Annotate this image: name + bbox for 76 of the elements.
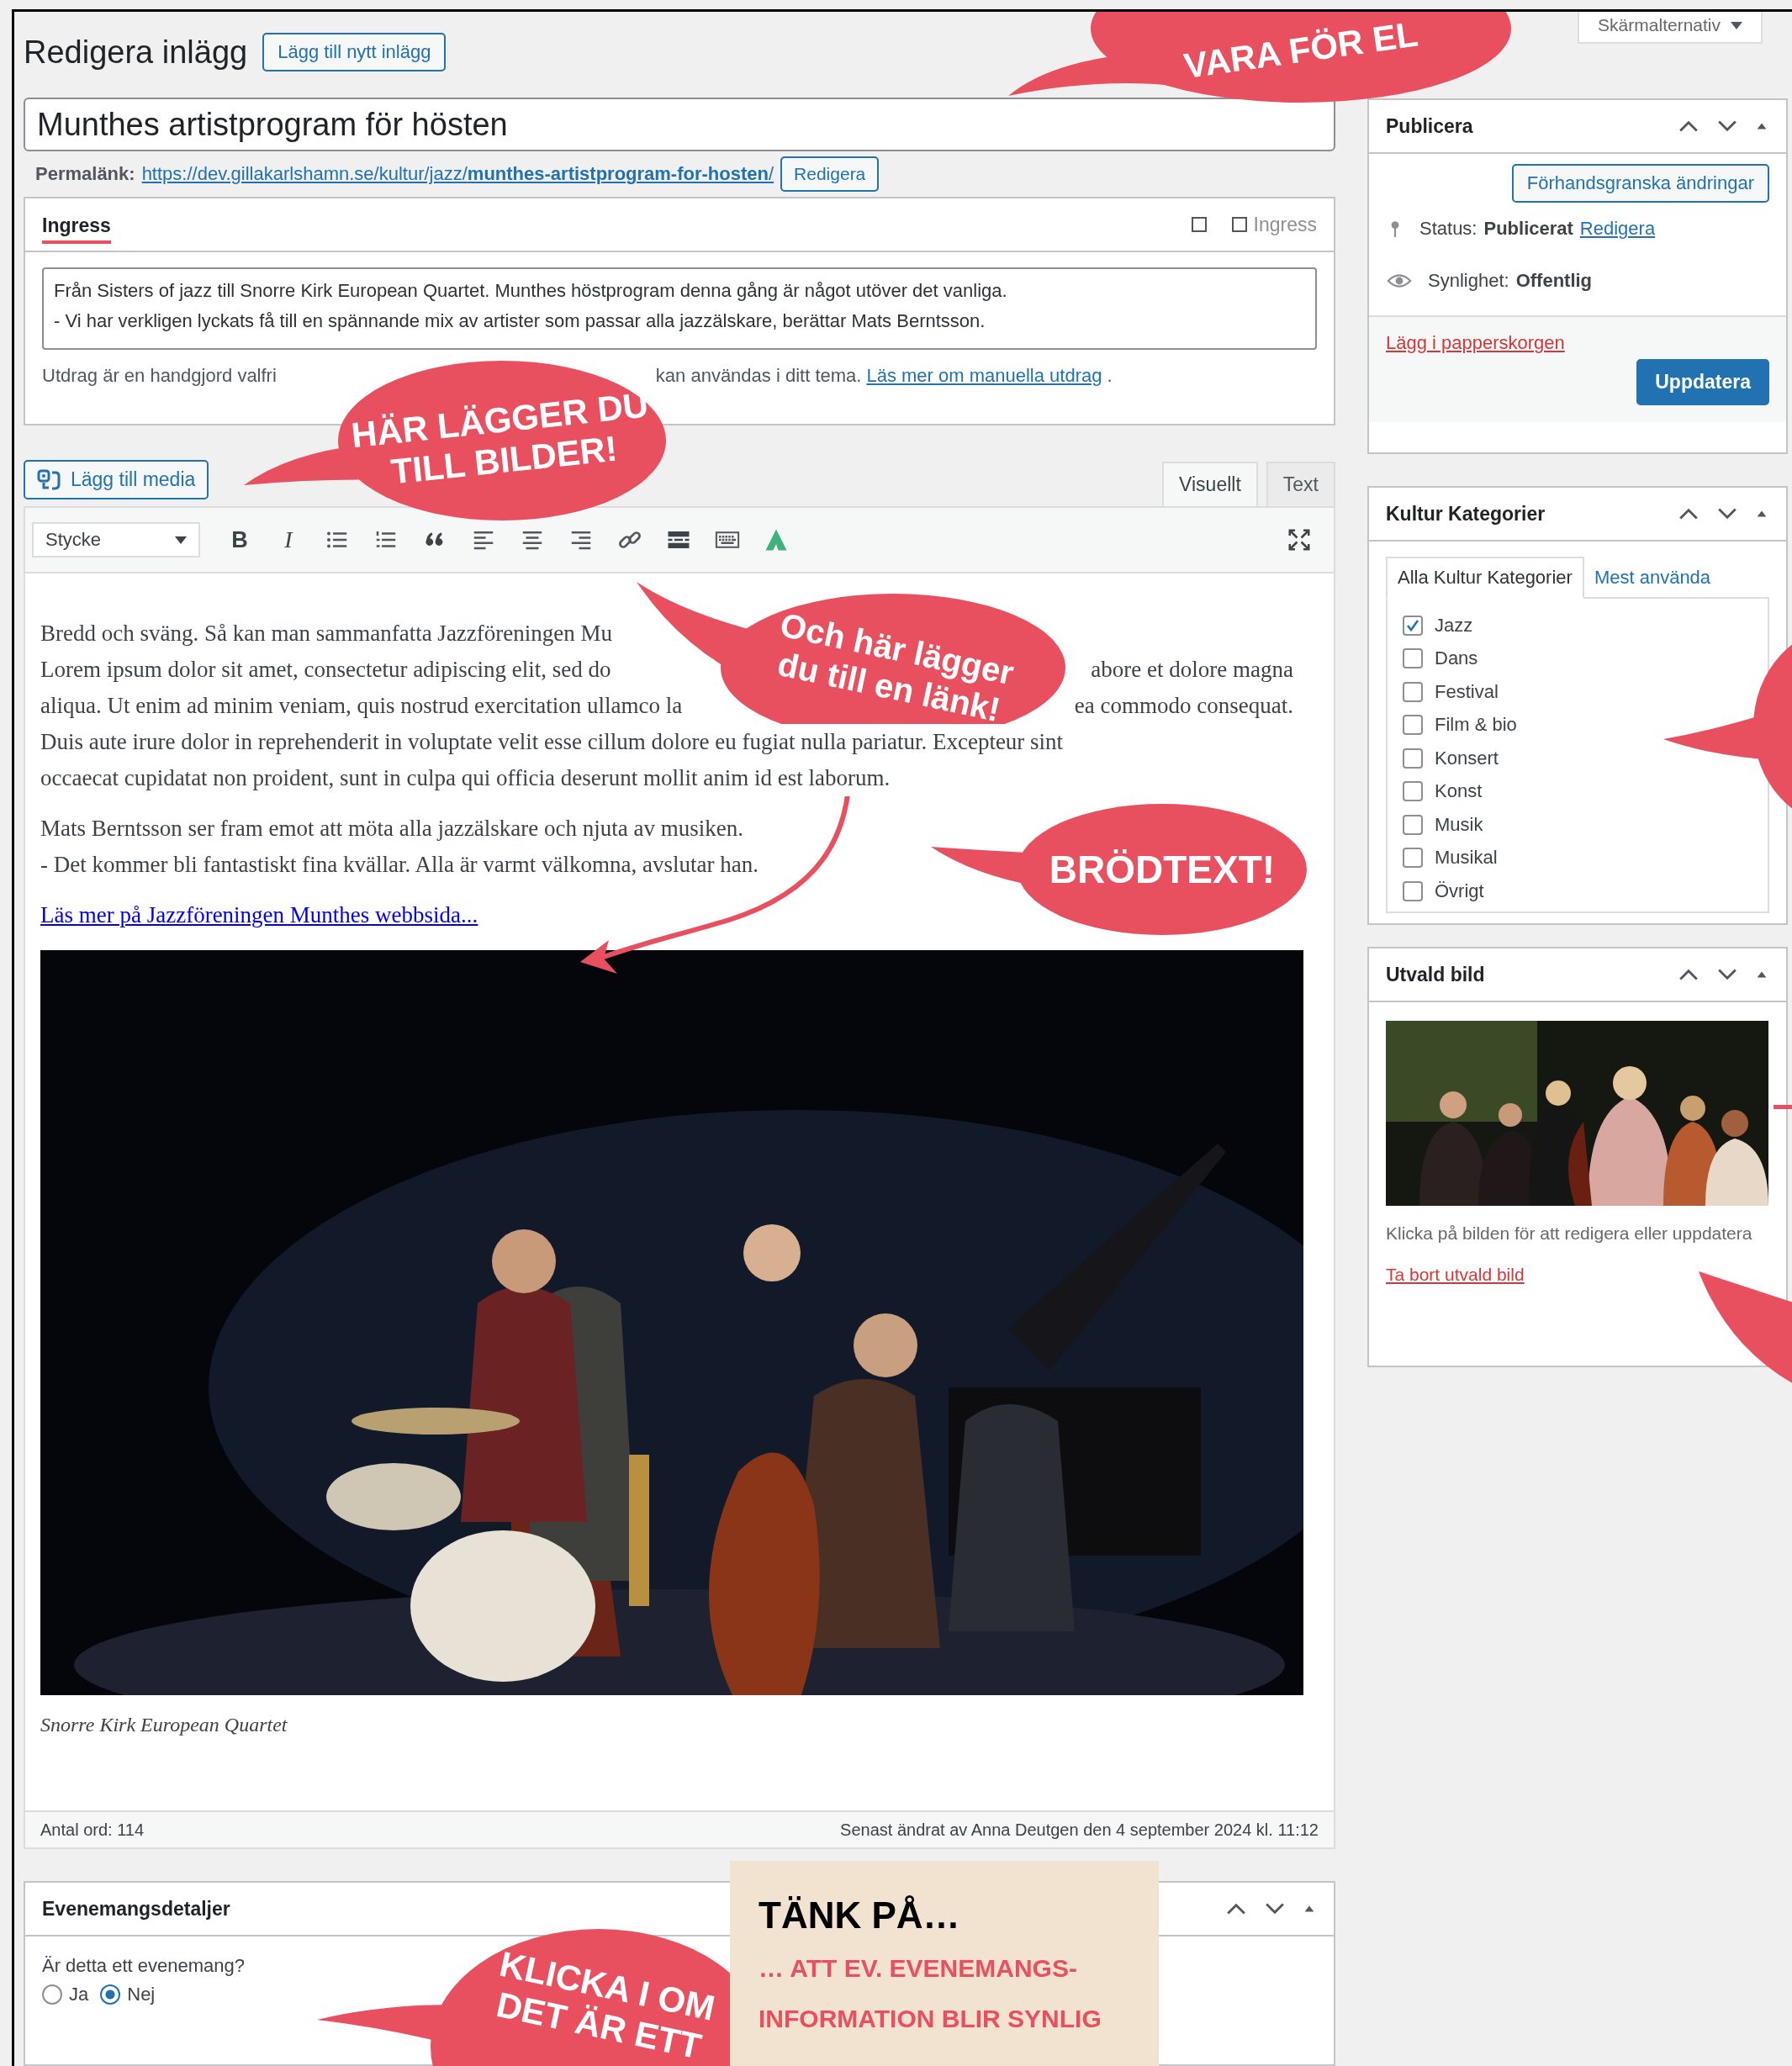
event-question: Är detta ett evenemang? bbox=[42, 1955, 245, 1976]
image-hint: Klicka på bilden för att redigera eller uppdatera bbox=[1386, 1223, 1753, 1244]
edit-permalink-button[interactable]: Redigera bbox=[780, 156, 880, 192]
ingress-textarea[interactable]: Från Sisters of jazz till Snorre Kirk European Quartet. Munthes höstprogram denna gång är något utöver det vanliga. - Vi har verkligen lyckats få till en spännande mix av artister som passar alla jazzälskare, berättar Mats Berntsson. bbox=[42, 267, 1317, 350]
category-label: Jazz bbox=[1435, 614, 1473, 637]
body-text: occaecat cupidatat non proident, sunt in culpa qui officia deserunt mollit anim id est laborum. bbox=[40, 760, 891, 796]
box-title: Kultur Kategorier bbox=[1386, 502, 1546, 526]
visibility-value: Offentlig bbox=[1515, 270, 1593, 292]
radio-label: Ja bbox=[69, 1984, 89, 2005]
category-label: Övrigt bbox=[1435, 880, 1484, 902]
help-text: kan användas i ditt tema. bbox=[655, 365, 862, 387]
category-checkbox[interactable] bbox=[1403, 615, 1423, 636]
help-text-end: . bbox=[1107, 365, 1113, 387]
category-label: Dans bbox=[1435, 647, 1478, 670]
title-field[interactable]: Munthes artistprogram för hösten bbox=[24, 98, 1335, 151]
page-title: Redigera inlägg bbox=[24, 34, 248, 71]
ingress-checkbox[interactable] bbox=[1231, 217, 1247, 232]
ingress-toggle-label: Ingress bbox=[1253, 213, 1317, 236]
update-button[interactable]: Uppdatera bbox=[1636, 359, 1769, 405]
category-checkbox[interactable] bbox=[1403, 681, 1423, 702]
permalink-label: Permalänk: bbox=[35, 163, 135, 185]
italic-button[interactable]: I bbox=[264, 526, 313, 553]
category-checkbox[interactable] bbox=[1403, 848, 1423, 869]
category-label: Konsert bbox=[1435, 747, 1499, 769]
status-label: Status: bbox=[1419, 218, 1477, 240]
fullscreen-icon[interactable] bbox=[1287, 527, 1312, 552]
image-caption: Snorre Kirk European Quartet bbox=[40, 1713, 288, 1737]
category-label: Festival bbox=[1435, 680, 1499, 703]
note-title: TÄNK PÅ… bbox=[759, 1894, 961, 1937]
help-link[interactable]: Läs mer om manuella utdrag bbox=[866, 365, 1102, 387]
bold-button[interactable]: B bbox=[215, 526, 264, 553]
eye-icon bbox=[1386, 272, 1413, 290]
category-label: Musik bbox=[1435, 813, 1483, 836]
category-label: Konst bbox=[1435, 780, 1483, 803]
category-checkbox[interactable] bbox=[1403, 748, 1423, 769]
add-media-button[interactable]: Lägg till media bbox=[24, 460, 209, 499]
remove-image-link[interactable]: Ta bort utvald bild bbox=[1386, 1265, 1525, 1285]
body-text: Duis aute irure dolor in reprehenderit in voluptate velit esse cillum dolore eu fugiat nulla pariatur. Excepteur sint bbox=[40, 724, 1064, 760]
category-label: Musikal bbox=[1435, 847, 1498, 869]
visibility-label: Synlighet: bbox=[1428, 270, 1509, 292]
category-checkbox[interactable] bbox=[1403, 648, 1423, 669]
callout-text: VARA FÖR EL bbox=[1181, 13, 1420, 87]
callout-text: KLICKA I OM DET ÄR ETT bbox=[492, 1943, 719, 2066]
editor-tab[interactable]: Text bbox=[1266, 462, 1335, 506]
category-tab[interactable]: Alla Kultur Kategorier bbox=[1386, 557, 1584, 599]
category-checkbox[interactable] bbox=[1403, 781, 1423, 802]
category-checkbox[interactable] bbox=[1403, 880, 1423, 901]
add-new-button[interactable]: Lägg till nytt inlägg bbox=[262, 33, 447, 71]
callout-text: BRÖDTEXT! bbox=[1049, 847, 1276, 892]
word-count: Antal ord: 114 bbox=[40, 1820, 145, 1840]
status-value: Publicerat bbox=[1483, 218, 1573, 240]
format-select[interactable]: Stycke bbox=[32, 522, 200, 557]
editor-tab[interactable]: Visuellt bbox=[1162, 462, 1258, 506]
radio-label: Nej bbox=[127, 1984, 156, 2005]
note-text: INFORMATION BLIR SYNLIG bbox=[759, 2004, 1102, 2034]
category-checkbox[interactable] bbox=[1403, 814, 1423, 835]
category-tab[interactable]: Mest använda bbox=[1583, 558, 1721, 597]
box-title: Evenemangsdetaljer bbox=[42, 1897, 230, 1921]
help-text: Utdrag är en handgjord valfri bbox=[42, 365, 277, 387]
checkbox-icon[interactable] bbox=[1191, 217, 1207, 232]
ingress-title: Ingress bbox=[42, 214, 111, 244]
last-edited-text: Senast ändrat av Anna Deutgen den 4 september 2024 kl. 11:12 bbox=[840, 1820, 1319, 1840]
box-title: Publicera bbox=[1386, 114, 1473, 138]
radio-button[interactable] bbox=[42, 1984, 62, 2005]
category-checkbox[interactable] bbox=[1403, 715, 1423, 736]
radio-button[interactable] bbox=[100, 1984, 121, 2005]
preview-button[interactable]: Förhandsgranska ändringar bbox=[1511, 164, 1769, 203]
website-link[interactable]: Läs mer på Jazzföreningen Munthes webbsida... bbox=[40, 902, 478, 927]
permalink-link[interactable]: https://dev.gillakarlshamn.se/kultur/jazz/munthes-artistprogram-for-hosten/ bbox=[141, 163, 774, 185]
trash-link[interactable]: Lägg i papperskorgen bbox=[1386, 332, 1565, 353]
screen-options-button[interactable]: Skärmalternativ bbox=[1578, 12, 1763, 44]
box-title: Utvald bild bbox=[1386, 963, 1485, 986]
category-label: Film & bio bbox=[1435, 714, 1517, 737]
note-text: … ATT EV. EVENEMANGS- bbox=[759, 1953, 1078, 1984]
media-icon bbox=[37, 468, 62, 491]
status-edit-link[interactable]: Redigera bbox=[1579, 218, 1656, 240]
